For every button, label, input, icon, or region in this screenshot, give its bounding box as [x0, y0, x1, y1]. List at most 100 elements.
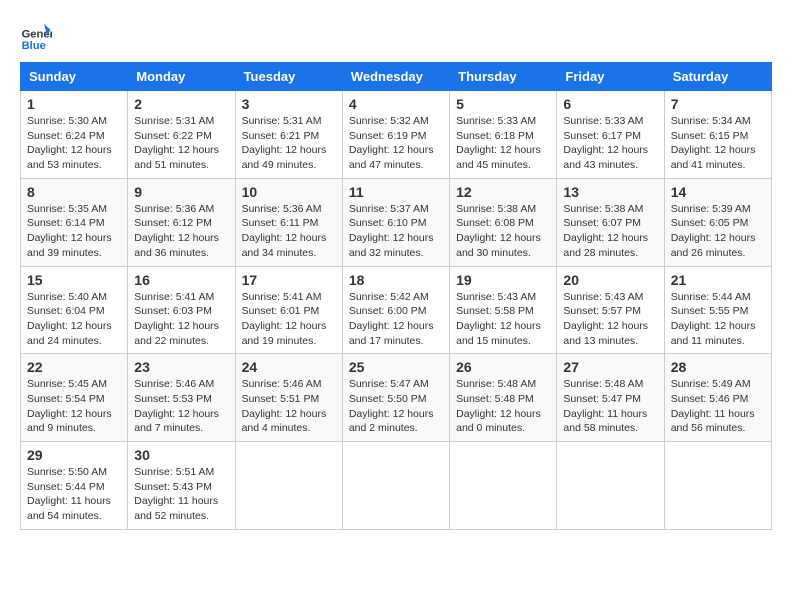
cell-info: Sunrise: 5:43 AM Sunset: 5:58 PM Dayligh…	[456, 290, 550, 349]
cell-info: Sunrise: 5:49 AM Sunset: 5:46 PM Dayligh…	[671, 377, 765, 436]
day-number: 5	[456, 96, 550, 112]
cell-info: Sunrise: 5:36 AM Sunset: 6:11 PM Dayligh…	[242, 202, 336, 261]
calendar-cell	[235, 442, 342, 530]
cell-info: Sunrise: 5:41 AM Sunset: 6:01 PM Dayligh…	[242, 290, 336, 349]
calendar-cell: 3 Sunrise: 5:31 AM Sunset: 6:21 PM Daylig…	[235, 91, 342, 179]
day-number: 17	[242, 272, 336, 288]
calendar-table: SundayMondayTuesdayWednesdayThursdayFrid…	[20, 62, 772, 530]
calendar-cell: 12 Sunrise: 5:38 AM Sunset: 6:08 PM Dayli…	[450, 178, 557, 266]
day-number: 20	[563, 272, 657, 288]
calendar-week-3: 15 Sunrise: 5:40 AM Sunset: 6:04 PM Dayli…	[21, 266, 772, 354]
cell-info: Sunrise: 5:31 AM Sunset: 6:21 PM Dayligh…	[242, 114, 336, 173]
day-number: 18	[349, 272, 443, 288]
calendar-cell: 24 Sunrise: 5:46 AM Sunset: 5:51 PM Dayli…	[235, 354, 342, 442]
day-number: 11	[349, 184, 443, 200]
cell-info: Sunrise: 5:44 AM Sunset: 5:55 PM Dayligh…	[671, 290, 765, 349]
calendar-cell	[664, 442, 771, 530]
cell-info: Sunrise: 5:48 AM Sunset: 5:47 PM Dayligh…	[563, 377, 657, 436]
calendar-week-4: 22 Sunrise: 5:45 AM Sunset: 5:54 PM Dayli…	[21, 354, 772, 442]
day-number: 19	[456, 272, 550, 288]
day-number: 26	[456, 359, 550, 375]
day-number: 10	[242, 184, 336, 200]
cell-info: Sunrise: 5:46 AM Sunset: 5:51 PM Dayligh…	[242, 377, 336, 436]
calendar-cell: 27 Sunrise: 5:48 AM Sunset: 5:47 PM Dayli…	[557, 354, 664, 442]
day-number: 13	[563, 184, 657, 200]
column-header-tuesday: Tuesday	[235, 63, 342, 91]
calendar-cell: 19 Sunrise: 5:43 AM Sunset: 5:58 PM Dayli…	[450, 266, 557, 354]
column-header-sunday: Sunday	[21, 63, 128, 91]
cell-info: Sunrise: 5:32 AM Sunset: 6:19 PM Dayligh…	[349, 114, 443, 173]
page-header: General Blue	[20, 20, 772, 52]
calendar-cell: 2Sunrise: 5:31 AM Sunset: 6:22 PM Daylig…	[128, 91, 235, 179]
calendar-cell: 26 Sunrise: 5:48 AM Sunset: 5:48 PM Dayli…	[450, 354, 557, 442]
cell-info: Sunrise: 5:51 AM Sunset: 5:43 PM Dayligh…	[134, 465, 228, 524]
cell-info: Sunrise: 5:30 AM Sunset: 6:24 PM Dayligh…	[27, 114, 121, 173]
calendar-cell	[557, 442, 664, 530]
day-number: 7	[671, 96, 765, 112]
calendar-cell: 21 Sunrise: 5:44 AM Sunset: 5:55 PM Dayli…	[664, 266, 771, 354]
day-number: 30	[134, 447, 228, 463]
day-number: 1	[27, 96, 121, 112]
calendar-cell: 16Sunrise: 5:41 AM Sunset: 6:03 PM Dayli…	[128, 266, 235, 354]
day-number: 12	[456, 184, 550, 200]
day-number: 3	[242, 96, 336, 112]
calendar-cell: 8 Sunrise: 5:35 AM Sunset: 6:14 PM Daylig…	[21, 178, 128, 266]
calendar-week-5: 29 Sunrise: 5:50 AM Sunset: 5:44 PM Dayli…	[21, 442, 772, 530]
column-header-wednesday: Wednesday	[342, 63, 449, 91]
column-header-monday: Monday	[128, 63, 235, 91]
cell-info: Sunrise: 5:35 AM Sunset: 6:14 PM Dayligh…	[27, 202, 121, 261]
cell-info: Sunrise: 5:45 AM Sunset: 5:54 PM Dayligh…	[27, 377, 121, 436]
day-number: 28	[671, 359, 765, 375]
cell-info: Sunrise: 5:40 AM Sunset: 6:04 PM Dayligh…	[27, 290, 121, 349]
logo: General Blue	[20, 20, 52, 52]
calendar-cell: 30 Sunrise: 5:51 AM Sunset: 5:43 PM Dayli…	[128, 442, 235, 530]
cell-info: Sunrise: 5:43 AM Sunset: 5:57 PM Dayligh…	[563, 290, 657, 349]
calendar-cell	[450, 442, 557, 530]
calendar-cell: 22 Sunrise: 5:45 AM Sunset: 5:54 PM Dayli…	[21, 354, 128, 442]
day-number: 21	[671, 272, 765, 288]
day-number: 27	[563, 359, 657, 375]
cell-info: Sunrise: 5:47 AM Sunset: 5:50 PM Dayligh…	[349, 377, 443, 436]
cell-info: Sunrise: 5:46 AM Sunset: 5:53 PM Dayligh…	[134, 377, 228, 436]
cell-info: Sunrise: 5:37 AM Sunset: 6:10 PM Dayligh…	[349, 202, 443, 261]
calendar-week-2: 8 Sunrise: 5:35 AM Sunset: 6:14 PM Daylig…	[21, 178, 772, 266]
calendar-cell: 17 Sunrise: 5:41 AM Sunset: 6:01 PM Dayli…	[235, 266, 342, 354]
day-number: 8	[27, 184, 121, 200]
cell-info: Sunrise: 5:42 AM Sunset: 6:00 PM Dayligh…	[349, 290, 443, 349]
calendar-cell: 28 Sunrise: 5:49 AM Sunset: 5:46 PM Dayli…	[664, 354, 771, 442]
calendar-cell: 10 Sunrise: 5:36 AM Sunset: 6:11 PM Dayli…	[235, 178, 342, 266]
cell-info: Sunrise: 5:33 AM Sunset: 6:18 PM Dayligh…	[456, 114, 550, 173]
day-number: 15	[27, 272, 121, 288]
cell-info: Sunrise: 5:39 AM Sunset: 6:05 PM Dayligh…	[671, 202, 765, 261]
calendar-cell: 25 Sunrise: 5:47 AM Sunset: 5:50 PM Dayli…	[342, 354, 449, 442]
cell-info: Sunrise: 5:50 AM Sunset: 5:44 PM Dayligh…	[27, 465, 121, 524]
calendar-cell: 15 Sunrise: 5:40 AM Sunset: 6:04 PM Dayli…	[21, 266, 128, 354]
calendar-cell: 5 Sunrise: 5:33 AM Sunset: 6:18 PM Daylig…	[450, 91, 557, 179]
logo-icon: General Blue	[20, 20, 52, 52]
calendar-cell	[342, 442, 449, 530]
calendar-cell: 6Sunrise: 5:33 AM Sunset: 6:17 PM Daylig…	[557, 91, 664, 179]
calendar-cell: 29 Sunrise: 5:50 AM Sunset: 5:44 PM Dayli…	[21, 442, 128, 530]
day-number: 9	[134, 184, 228, 200]
day-number: 6	[563, 96, 657, 112]
column-header-friday: Friday	[557, 63, 664, 91]
calendar-cell: 9 Sunrise: 5:36 AM Sunset: 6:12 PM Daylig…	[128, 178, 235, 266]
calendar-cell: 23Sunrise: 5:46 AM Sunset: 5:53 PM Dayli…	[128, 354, 235, 442]
day-number: 25	[349, 359, 443, 375]
calendar-week-1: 1 Sunrise: 5:30 AM Sunset: 6:24 PM Daylig…	[21, 91, 772, 179]
cell-info: Sunrise: 5:48 AM Sunset: 5:48 PM Dayligh…	[456, 377, 550, 436]
calendar-cell: 1 Sunrise: 5:30 AM Sunset: 6:24 PM Daylig…	[21, 91, 128, 179]
column-header-thursday: Thursday	[450, 63, 557, 91]
cell-info: Sunrise: 5:38 AM Sunset: 6:08 PM Dayligh…	[456, 202, 550, 261]
day-number: 29	[27, 447, 121, 463]
day-number: 24	[242, 359, 336, 375]
calendar-cell: 14 Sunrise: 5:39 AM Sunset: 6:05 PM Dayli…	[664, 178, 771, 266]
day-number: 22	[27, 359, 121, 375]
calendar-cell: 20 Sunrise: 5:43 AM Sunset: 5:57 PM Dayli…	[557, 266, 664, 354]
day-number: 14	[671, 184, 765, 200]
day-number: 2	[134, 96, 228, 112]
calendar-cell: 18 Sunrise: 5:42 AM Sunset: 6:00 PM Dayli…	[342, 266, 449, 354]
cell-info: Sunrise: 5:34 AM Sunset: 6:15 PM Dayligh…	[671, 114, 765, 173]
cell-info: Sunrise: 5:36 AM Sunset: 6:12 PM Dayligh…	[134, 202, 228, 261]
calendar-cell: 11 Sunrise: 5:37 AM Sunset: 6:10 PM Dayli…	[342, 178, 449, 266]
